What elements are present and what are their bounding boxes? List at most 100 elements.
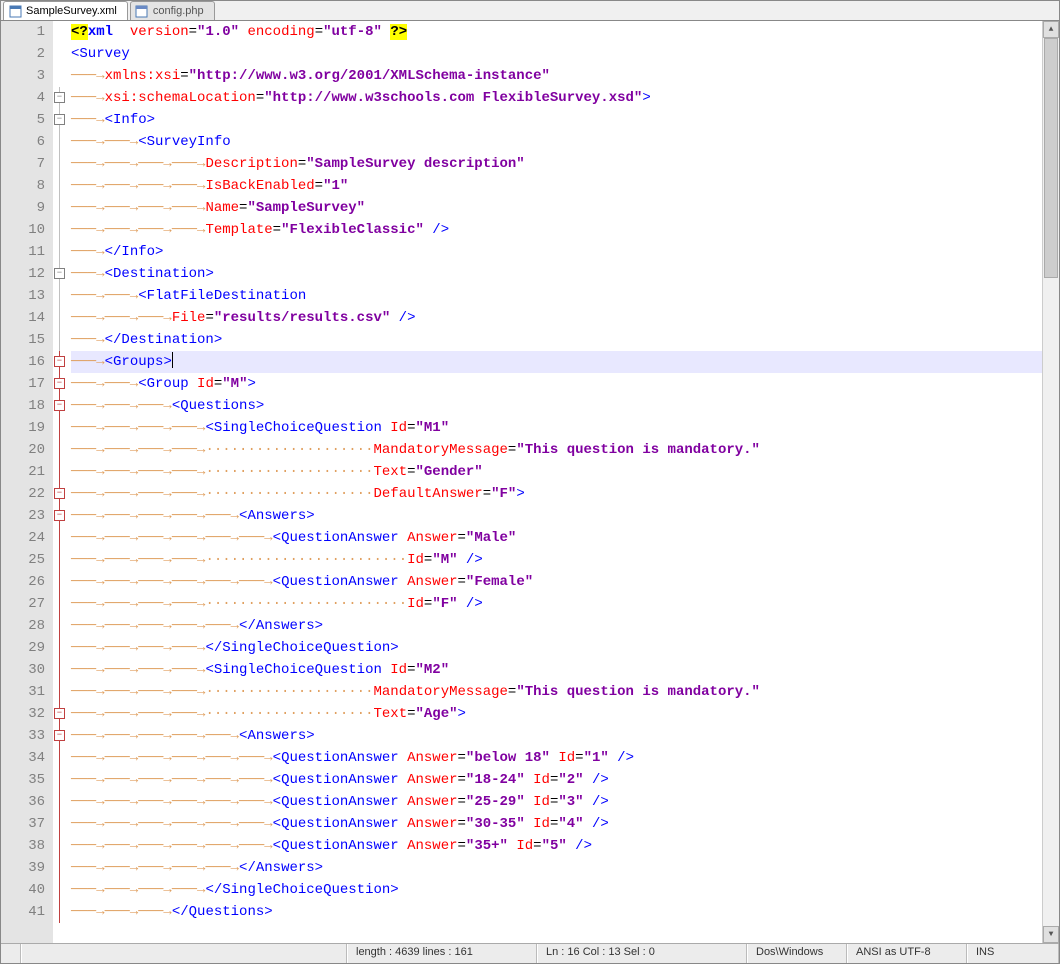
line-number: 11: [1, 241, 45, 263]
code-line[interactable]: ───→───→───→───→───→───→<QuestionAnswer …: [71, 527, 1042, 549]
code-line[interactable]: ───→───→───→───→························…: [71, 549, 1042, 571]
code-line[interactable]: ───→───→───→───→<SingleChoiceQuestion Id…: [71, 417, 1042, 439]
line-number: 18: [1, 395, 45, 417]
code-line[interactable]: <?xml version="1.0" encoding="utf-8" ?>: [71, 21, 1042, 43]
fold-toggle[interactable]: −: [54, 708, 65, 719]
line-number: 9: [1, 197, 45, 219]
code-line[interactable]: ───→───→───→───→</SingleChoiceQuestion>: [71, 879, 1042, 901]
line-number: 5: [1, 109, 45, 131]
status-encoding[interactable]: ANSI as UTF-8: [847, 944, 967, 963]
line-number: 37: [1, 813, 45, 835]
fold-toggle[interactable]: −: [54, 268, 65, 279]
code-line[interactable]: ───→</Destination>: [71, 329, 1042, 351]
line-number: 10: [1, 219, 45, 241]
scroll-up-button[interactable]: ▲: [1043, 21, 1059, 38]
scrollbar-vertical[interactable]: ▲ ▼: [1042, 21, 1059, 943]
line-number: 6: [1, 131, 45, 153]
code-line[interactable]: ───→<Info>: [71, 109, 1042, 131]
code-view[interactable]: <?xml version="1.0" encoding="utf-8" ?><…: [67, 21, 1042, 943]
code-line[interactable]: ───→───→───→───→IsBackEnabled="1": [71, 175, 1042, 197]
code-line[interactable]: ───→───→───→───→····················Mand…: [71, 681, 1042, 703]
line-number: 29: [1, 637, 45, 659]
code-line[interactable]: ───→───→<FlatFileDestination: [71, 285, 1042, 307]
tab-config-php[interactable]: config.php: [130, 1, 215, 20]
line-number: 14: [1, 307, 45, 329]
code-line[interactable]: ───→───→───→───→····················Text…: [71, 461, 1042, 483]
fold-toggle[interactable]: −: [54, 400, 65, 411]
line-number: 34: [1, 747, 45, 769]
line-number: 4: [1, 87, 45, 109]
line-number: 40: [1, 879, 45, 901]
code-line[interactable]: ───→───→───→───→───→</Answers>: [71, 857, 1042, 879]
line-number: 30: [1, 659, 45, 681]
line-number: 3: [1, 65, 45, 87]
line-number: 19: [1, 417, 45, 439]
code-line[interactable]: ───→───→───→───→Template="FlexibleClassi…: [71, 219, 1042, 241]
line-number: 12: [1, 263, 45, 285]
code-line[interactable]: ───→───→───→───→───→<Answers>: [71, 505, 1042, 527]
line-number: 38: [1, 835, 45, 857]
code-line[interactable]: ───→───→───→───→───→───→<QuestionAnswer …: [71, 769, 1042, 791]
fold-column[interactable]: − − − − − − − − − −: [53, 21, 67, 943]
scroll-down-button[interactable]: ▼: [1043, 926, 1059, 943]
fold-toggle[interactable]: −: [54, 730, 65, 741]
line-number: 15: [1, 329, 45, 351]
line-number: 17: [1, 373, 45, 395]
status-eol[interactable]: Dos\Windows: [747, 944, 847, 963]
line-number: 39: [1, 857, 45, 879]
editor-app: SampleSurvey.xml config.php 123456789101…: [0, 0, 1060, 964]
line-number: 1: [1, 21, 45, 43]
fold-toggle[interactable]: −: [54, 378, 65, 389]
fold-toggle[interactable]: −: [54, 356, 65, 367]
line-number: 2: [1, 43, 45, 65]
line-number: 33: [1, 725, 45, 747]
fold-toggle[interactable]: −: [54, 114, 65, 125]
code-line[interactable]: ───→───→───→───→<SingleChoiceQuestion Id…: [71, 659, 1042, 681]
code-line[interactable]: ───→</Info>: [71, 241, 1042, 263]
code-line[interactable]: ───→───→───→───→───→───→<QuestionAnswer …: [71, 835, 1042, 857]
code-line[interactable]: ───→<Destination>: [71, 263, 1042, 285]
editor-area: 1234567891011121314151617181920212223242…: [1, 21, 1059, 943]
code-line[interactable]: ───→───→───→───→····················Mand…: [71, 439, 1042, 461]
line-number: 27: [1, 593, 45, 615]
code-line[interactable]: ───→───→<SurveyInfo: [71, 131, 1042, 153]
code-line[interactable]: ───→───→───→───→Name="SampleSurvey": [71, 197, 1042, 219]
code-line[interactable]: ───→───→───→───→····················Text…: [71, 703, 1042, 725]
scroll-track[interactable]: [1043, 38, 1059, 926]
code-line[interactable]: ───→───→───→───→························…: [71, 593, 1042, 615]
code-line[interactable]: ───→───→───→───→───→───→<QuestionAnswer …: [71, 813, 1042, 835]
code-line[interactable]: ───→───→───→───→───→<Answers>: [71, 725, 1042, 747]
line-number: 7: [1, 153, 45, 175]
line-number: 24: [1, 527, 45, 549]
status-insert-mode[interactable]: INS: [967, 944, 1059, 963]
tab-sample-survey[interactable]: SampleSurvey.xml: [3, 1, 128, 20]
status-doc-info: length : 4639 lines : 161: [347, 944, 537, 963]
line-number: 35: [1, 769, 45, 791]
code-line[interactable]: <Survey: [71, 43, 1042, 65]
code-line[interactable]: ───→───→───→</Questions>: [71, 901, 1042, 923]
code-line[interactable]: ───→───→───→File="results/results.csv" /…: [71, 307, 1042, 329]
line-number: 22: [1, 483, 45, 505]
code-line[interactable]: ───→───→───→───→····················Defa…: [71, 483, 1042, 505]
status-bar: length : 4639 lines : 161 Ln : 16 Col : …: [1, 943, 1059, 963]
code-line[interactable]: ───→───→───→───→───→</Answers>: [71, 615, 1042, 637]
code-line[interactable]: ───→───→───→<Questions>: [71, 395, 1042, 417]
code-line[interactable]: ───→───→───→───→───→───→<QuestionAnswer …: [71, 791, 1042, 813]
code-line[interactable]: ───→───→───→───→</SingleChoiceQuestion>: [71, 637, 1042, 659]
status-empty2: [21, 944, 347, 963]
code-line[interactable]: ───→xmlns:xsi="http://www.w3.org/2001/XM…: [71, 65, 1042, 87]
code-line[interactable]: ───→───→───→───→───→───→<QuestionAnswer …: [71, 747, 1042, 769]
line-number: 31: [1, 681, 45, 703]
code-line[interactable]: ───→───→───→───→Description="SampleSurve…: [71, 153, 1042, 175]
code-line[interactable]: ───→───→<Group Id="M">: [71, 373, 1042, 395]
fold-toggle[interactable]: −: [54, 510, 65, 521]
line-number: 32: [1, 703, 45, 725]
scroll-thumb[interactable]: [1044, 38, 1058, 278]
line-number: 21: [1, 461, 45, 483]
code-line[interactable]: ───→<Groups>: [71, 351, 1042, 373]
fold-toggle[interactable]: −: [54, 92, 65, 103]
fold-toggle[interactable]: −: [54, 488, 65, 499]
line-number: 23: [1, 505, 45, 527]
code-line[interactable]: ───→xsi:schemaLocation="http://www.w3sch…: [71, 87, 1042, 109]
code-line[interactable]: ───→───→───→───→───→───→<QuestionAnswer …: [71, 571, 1042, 593]
